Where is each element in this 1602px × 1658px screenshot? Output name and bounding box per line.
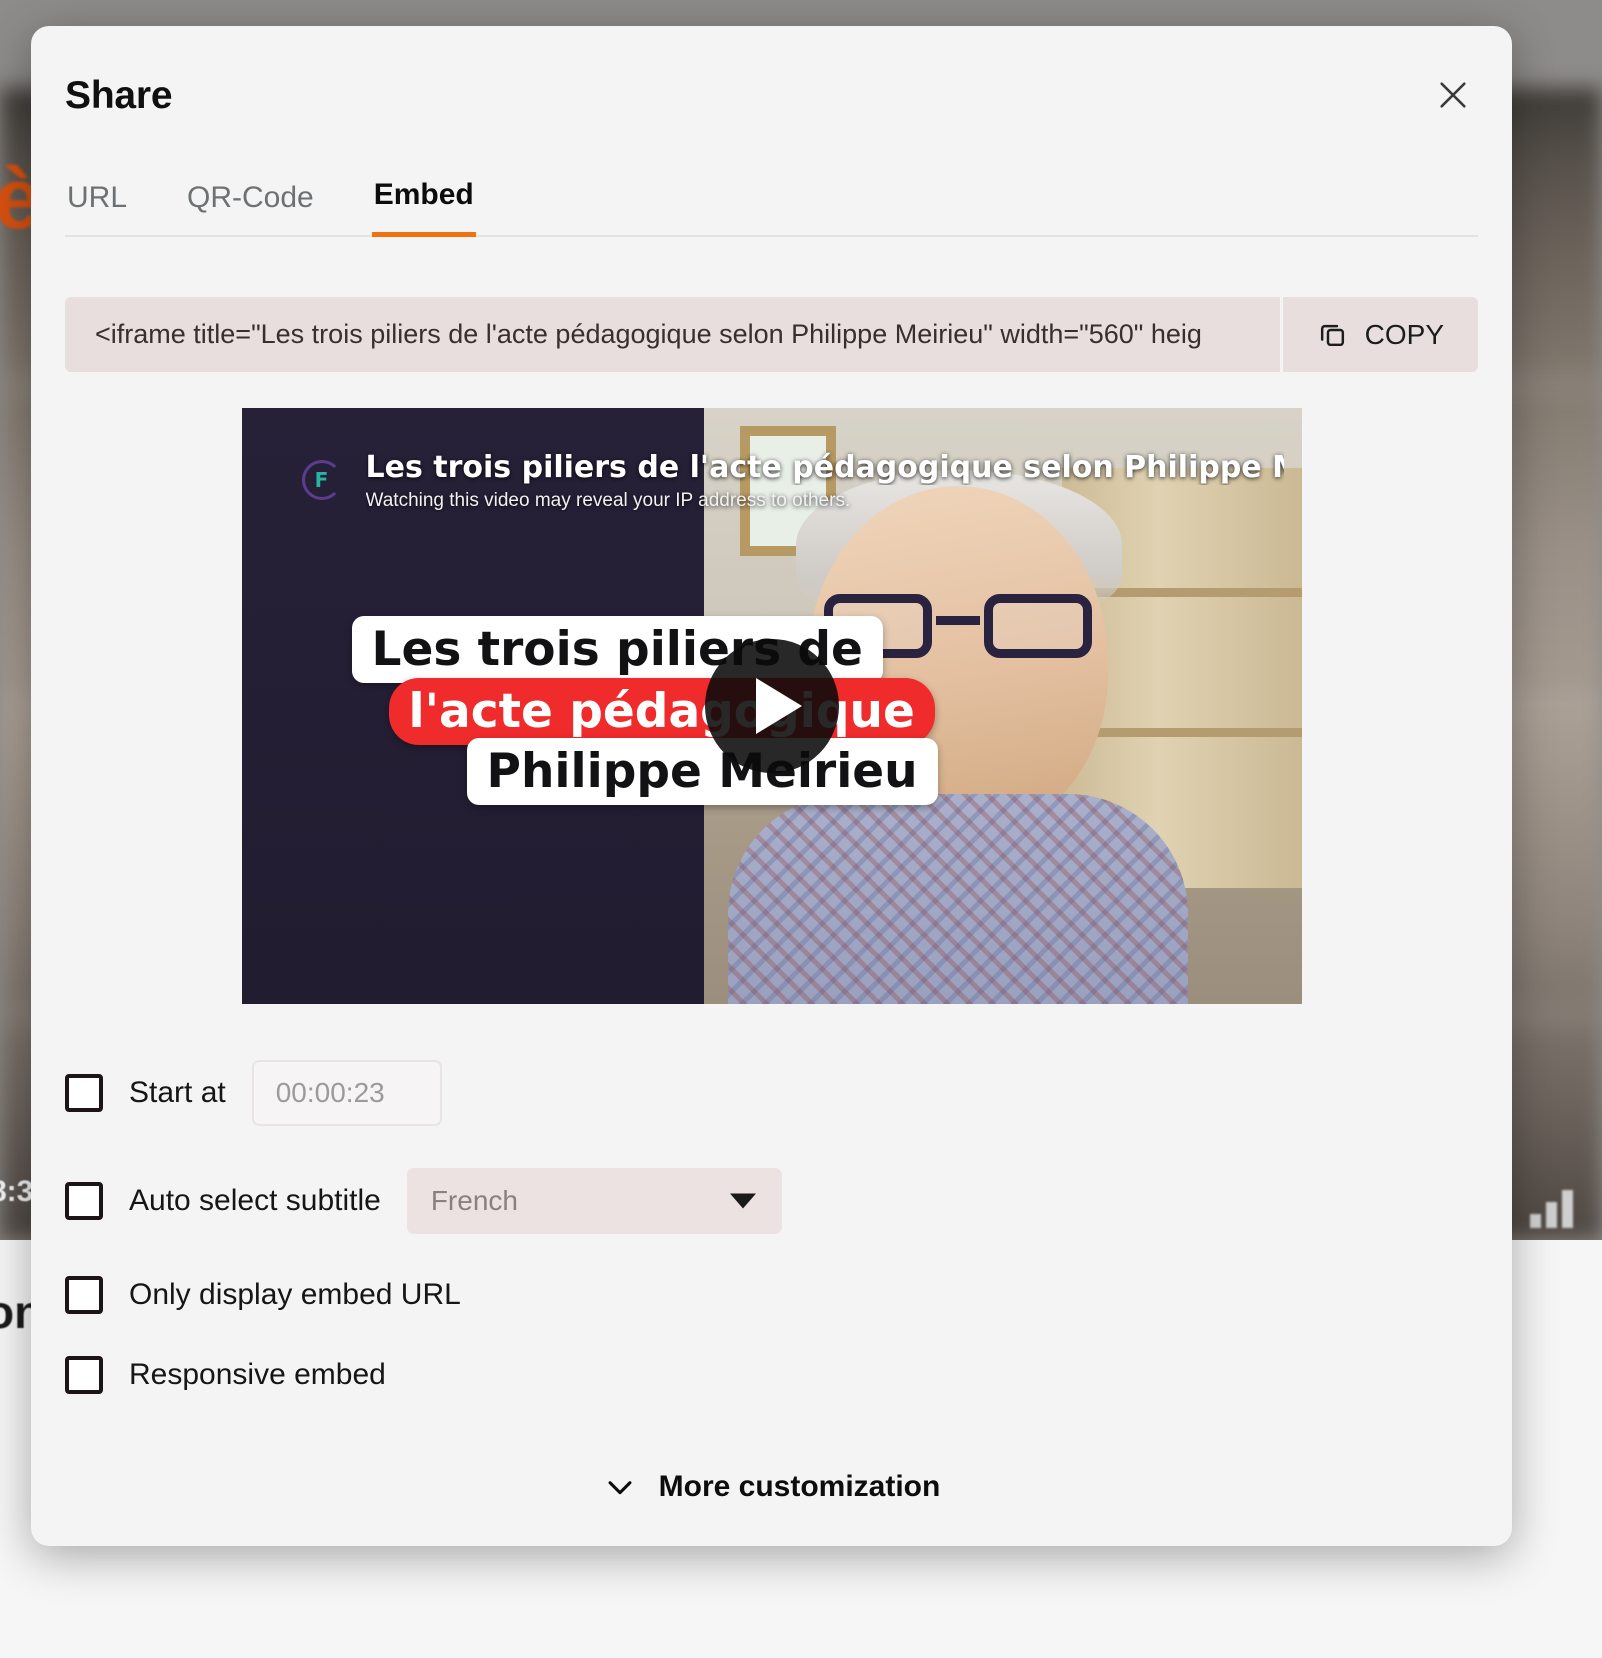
backdrop-video-time: 8:3 (0, 1175, 34, 1208)
embed-code-row: <iframe title="Les trois piliers de l'ac… (65, 297, 1478, 372)
play-icon (755, 678, 802, 734)
thumbnail-caption-line-3: Philippe Meirieu (466, 738, 938, 805)
modal-header: Share (31, 26, 1512, 118)
subtitle-select-wrapper: French (406, 1168, 782, 1234)
video-overlay-title: Les trois piliers de l'acte pédagogique … (365, 450, 1284, 485)
subtitle-select[interactable]: French (406, 1168, 782, 1234)
more-customization-label: More customization (658, 1470, 941, 1503)
close-icon (1440, 82, 1466, 108)
responsive-embed-label: Responsive embed (129, 1358, 386, 1391)
option-row-auto-select-subtitle: Auto select subtitle French (65, 1168, 1478, 1234)
thumbnail-caption-line-2: l'acte pédagogique (388, 678, 935, 745)
only-display-embed-url-checkbox[interactable] (65, 1276, 103, 1314)
copy-icon (1320, 324, 1344, 347)
start-at-label: Start at (129, 1076, 226, 1109)
responsive-embed-checkbox[interactable] (65, 1356, 103, 1394)
tab-url[interactable]: URL (65, 178, 129, 237)
embed-code-input[interactable]: <iframe title="Les trois piliers de l'ac… (65, 297, 1280, 372)
tab-embed[interactable]: Embed (371, 178, 476, 237)
close-button[interactable] (1424, 66, 1482, 124)
play-button[interactable] (704, 639, 839, 773)
logo-letter: F (314, 468, 329, 492)
peertube-logo-icon: F (301, 460, 342, 500)
tab-qr-code[interactable]: QR-Code (185, 178, 316, 237)
page-title: Share (65, 74, 173, 117)
start-at-input[interactable] (251, 1060, 442, 1126)
backdrop-equalizer-icon (1530, 1188, 1590, 1228)
embed-options: Start at Auto select subtitle French Onl… (65, 1060, 1478, 1394)
option-row-only-display-embed-url: Only display embed URL (65, 1276, 1478, 1314)
more-customization-button[interactable]: More customization (31, 1470, 1512, 1504)
option-row-start-at: Start at (65, 1060, 1478, 1126)
auto-select-subtitle-checkbox[interactable] (65, 1182, 103, 1220)
video-preview[interactable]: Les trois piliers de l'acte pédagogique … (241, 408, 1302, 1004)
copy-button[interactable]: COPY (1279, 297, 1478, 372)
start-at-checkbox[interactable] (65, 1074, 103, 1112)
chevron-down-icon (608, 1481, 632, 1495)
video-privacy-warning: Watching this video may reveal your IP a… (365, 490, 851, 511)
share-tabs: URL QR-Code Embed (65, 176, 1478, 237)
option-row-responsive-embed: Responsive embed (65, 1356, 1478, 1394)
only-display-embed-url-label: Only display embed URL (129, 1278, 461, 1311)
auto-select-subtitle-label: Auto select subtitle (129, 1184, 381, 1217)
copy-button-label: COPY (1364, 318, 1444, 350)
share-modal: Share URL QR-Code Embed <iframe title="L… (31, 26, 1512, 1546)
